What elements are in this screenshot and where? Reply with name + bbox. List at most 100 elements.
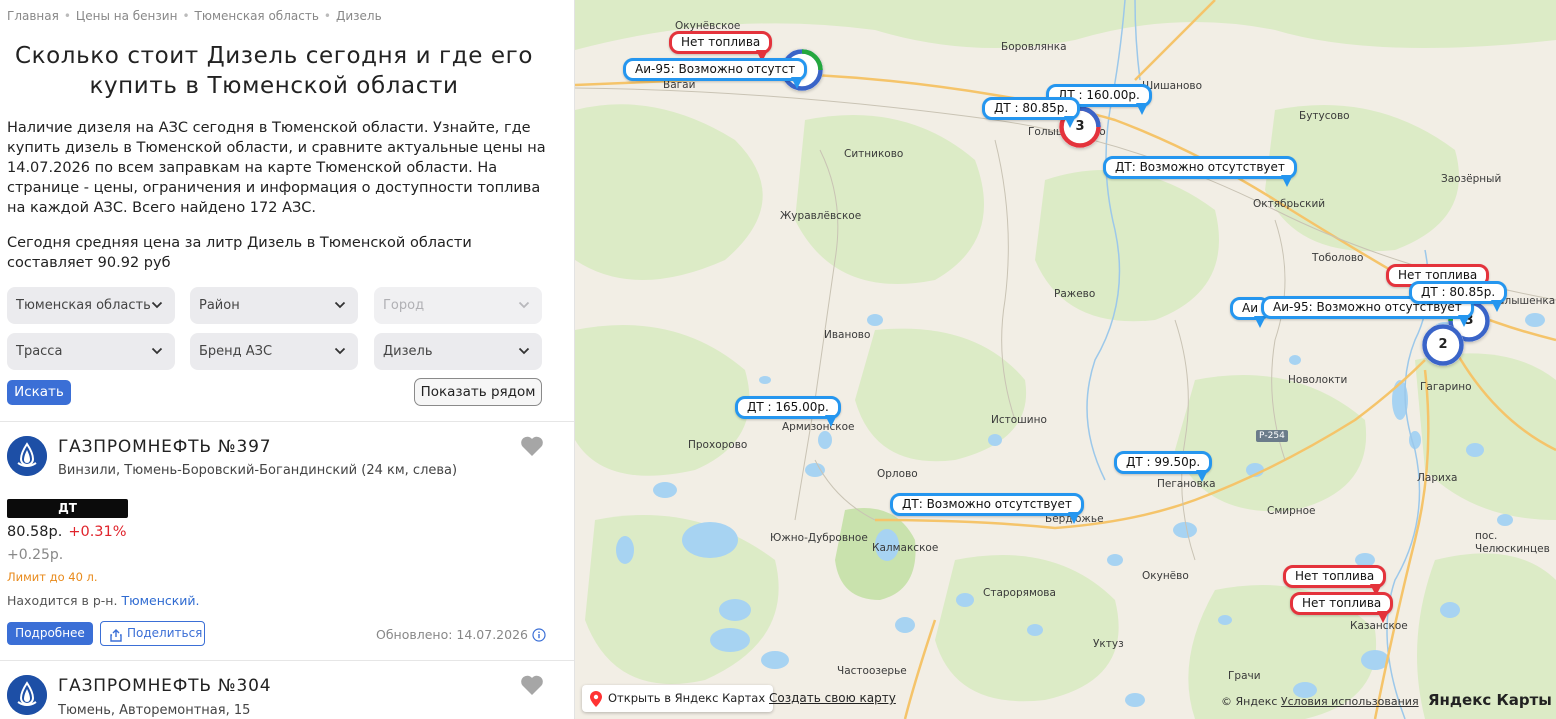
station-address: Винзили, Тюмень-Боровский-Богандинский (…	[58, 463, 458, 478]
region-select[interactable]: Тюменская область	[7, 287, 175, 324]
station-name[interactable]: ГАЗПРОМНЕФТЬ №397	[58, 437, 271, 457]
yandex-maps-logo[interactable]: Яндекс Карты	[1428, 691, 1552, 709]
breadcrumb-home[interactable]: Главная	[7, 9, 59, 23]
district-select[interactable]: Район	[190, 287, 358, 324]
map-marker[interactable]: ДТ: Возможно отсутствует	[890, 493, 1084, 524]
heart-icon[interactable]	[520, 435, 544, 457]
marker-label: Аи	[1242, 301, 1259, 315]
marker-label: Нет топлива	[1302, 596, 1382, 610]
place-label: Прохорово	[688, 439, 748, 451]
breadcrumb: Главная • Цены на бензин • Тюменская область…	[7, 9, 382, 23]
limit-text: Лимит до 40 л.	[7, 570, 98, 584]
marker-label: Нет топлива	[681, 35, 761, 49]
chevron-down-icon	[334, 299, 346, 311]
place-label: Ситниково	[844, 148, 904, 160]
place-label: Гагарино	[1420, 381, 1472, 393]
marker-label: ДТ : 99.50р.	[1126, 455, 1201, 469]
place-label: Ражево	[1054, 288, 1096, 300]
map-marker[interactable]: Аи-95: Возможно отсутст	[623, 58, 808, 89]
updated-text: Обновлено: 14.07.2026	[376, 627, 546, 645]
place-label: Старорямова	[983, 587, 1056, 599]
share-button[interactable]: Поделиться	[100, 621, 205, 646]
city-select-value: Город	[383, 298, 425, 313]
map-marker[interactable]: ДТ : 80.85р.	[1409, 281, 1508, 312]
open-in-yandex-button[interactable]: Открыть в Яндекс Картах	[582, 685, 774, 712]
marker-label: ДТ: Возможно отсутствует	[902, 497, 1072, 511]
place-label: Грачи	[1228, 670, 1261, 682]
share-label: Поделиться	[127, 626, 203, 640]
info-icon[interactable]	[532, 628, 546, 645]
map-marker[interactable]: ДТ : 80.85р.	[982, 97, 1081, 128]
station-cluster[interactable]: 2	[1422, 324, 1464, 366]
place-label: Журавлёвское	[780, 210, 862, 222]
map-marker[interactable]: Нет топлива	[669, 31, 773, 62]
marker-label: Нет топлива	[1398, 268, 1478, 282]
details-button[interactable]: Подробнее	[7, 622, 93, 645]
chevron-down-icon	[518, 345, 530, 357]
divider	[0, 421, 574, 422]
brand-select[interactable]: Бренд АЗС	[190, 333, 358, 370]
intro-text: Наличие дизеля на АЗС сегодня в Тюменско…	[7, 120, 546, 216]
station-address: Тюмень, Авторемонтная, 15	[58, 703, 251, 718]
highway-select[interactable]: Трасса	[7, 333, 175, 370]
marker-label: Нет топлива	[1295, 569, 1375, 583]
map-marker[interactable]: Нет топлива	[1283, 565, 1387, 596]
marker-label: ДТ: Возможно отсутствует	[1115, 160, 1285, 174]
place-label: Окунёво	[1142, 570, 1189, 582]
place-label: Боровлянка	[1001, 41, 1067, 53]
marker-label: ДТ : 165.00р.	[747, 400, 829, 414]
place-label: Лариха	[1417, 472, 1458, 484]
breadcrumb-gas-prices[interactable]: Цены на бензин	[76, 9, 178, 23]
place-label: Тоболово	[1312, 252, 1364, 264]
gazpromneft-logo-icon	[7, 436, 47, 476]
place-label: Бутусово	[1299, 110, 1350, 122]
place-label: Уктуз	[1093, 638, 1124, 650]
gazpromneft-logo-icon	[7, 675, 47, 715]
place-label: Южно-Дубровное	[770, 532, 868, 544]
search-button[interactable]: Искать	[7, 380, 71, 405]
terms-link[interactable]: Условия использования	[1281, 695, 1419, 708]
place-label: Истошино	[991, 414, 1047, 426]
place-label: Заозёрный	[1441, 173, 1502, 185]
chevron-down-icon	[151, 345, 163, 357]
heart-icon[interactable]	[520, 674, 544, 696]
station-name[interactable]: ГАЗПРОМНЕФТЬ №304	[58, 676, 271, 696]
fuel-select[interactable]: Дизель	[374, 333, 542, 370]
share-icon	[110, 627, 122, 650]
open-in-yandex-label: Открыть в Яндекс Картах	[608, 691, 766, 705]
map-pin-icon	[590, 690, 602, 717]
place-label: пос. Челюскинцев	[1475, 530, 1550, 555]
chevron-down-icon	[151, 299, 163, 311]
place-label: Армизонское	[782, 421, 855, 433]
district-link[interactable]: Тюменский.	[121, 593, 199, 608]
updated-date: Обновлено: 14.07.2026	[376, 627, 528, 642]
fuel-price: 80.58р. +0.31%	[7, 524, 127, 540]
price-delta: +0.25р.	[7, 547, 64, 563]
breadcrumb-region[interactable]: Тюменская область	[195, 9, 319, 23]
place-label: Калмакское	[872, 542, 939, 554]
place-label: Иваново	[824, 329, 871, 341]
price-change: +0.31%	[68, 524, 127, 540]
map-marker[interactable]: ДТ : 165.00р.	[735, 396, 841, 427]
show-nearby-button[interactable]: Показать рядом	[414, 378, 542, 406]
place-label: Орлово	[877, 468, 918, 480]
average-price-text: Сегодня средняя цена за литр Дизель в Тю…	[7, 235, 472, 271]
breadcrumb-diesel[interactable]: Дизель	[336, 9, 382, 23]
map-marker[interactable]: Нет топлива	[1290, 592, 1394, 623]
place-label: Частоозерье	[837, 665, 907, 677]
district-select-value: Район	[199, 298, 240, 313]
map-marker[interactable]: ДТ : 99.50р.	[1114, 451, 1213, 482]
map-marker[interactable]: ДТ: Возможно отсутствует	[1103, 156, 1297, 187]
left-panel: Главная • Цены на бензин • Тюменская область…	[0, 0, 575, 719]
highway-select-value: Трасса	[16, 344, 63, 359]
brand-select-value: Бренд АЗС	[199, 344, 273, 359]
map[interactable]: Р-254 Окунёвское Боровлянка Вагай Шишано…	[575, 0, 1556, 719]
chevron-down-icon	[334, 345, 346, 357]
place-label: Новолокти	[1288, 374, 1348, 386]
chevron-down-icon	[518, 299, 530, 311]
cluster-count: 2	[1438, 337, 1448, 352]
city-select: Город	[374, 287, 542, 324]
divider	[0, 660, 574, 661]
marker-label: Аи-95: Возможно отсутст	[635, 62, 796, 76]
create-map-link[interactable]: Создать свою карту	[769, 691, 896, 705]
